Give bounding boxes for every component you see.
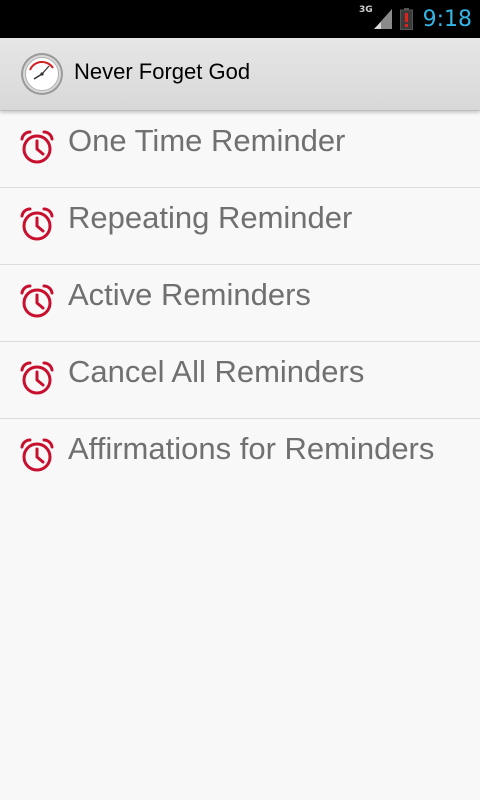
app-title: Never Forget God — [74, 59, 251, 84]
menu-item-label: Repeating Reminder — [68, 200, 353, 235]
menu-item-label: One Time Reminder — [68, 123, 346, 158]
alarm-clock-icon — [19, 437, 55, 473]
clock-logo-icon[interactable] — [20, 52, 64, 96]
reminder-menu-list: One Time Reminder Repeating Reminder Act… — [0, 111, 480, 495]
menu-item-affirmations-for-reminders[interactable]: Affirmations for Reminders — [0, 419, 480, 495]
alarm-clock-icon — [19, 129, 55, 165]
menu-item-cancel-all-reminders[interactable]: Cancel All Reminders — [0, 342, 480, 419]
menu-item-repeating-reminder[interactable]: Repeating Reminder — [0, 188, 480, 265]
menu-item-label: Cancel All Reminders — [68, 354, 365, 389]
alarm-clock-icon — [19, 360, 55, 396]
signal-icon — [373, 9, 392, 29]
menu-item-label: Active Reminders — [68, 277, 311, 312]
alarm-clock-icon — [19, 206, 55, 242]
menu-item-label: Affirmations for Reminders — [68, 431, 435, 466]
battery-alert-icon — [399, 8, 413, 30]
status-bar: 3G 9:18 — [0, 0, 480, 38]
alarm-clock-icon — [19, 283, 55, 319]
network-type-label: 3G — [358, 5, 373, 15]
menu-item-active-reminders[interactable]: Active Reminders — [0, 265, 480, 342]
status-clock: 9:18 — [422, 6, 472, 32]
status-icons: 3G 9:18 — [359, 0, 472, 38]
action-bar: Never Forget God — [0, 38, 480, 111]
menu-item-one-time-reminder[interactable]: One Time Reminder — [0, 111, 480, 188]
